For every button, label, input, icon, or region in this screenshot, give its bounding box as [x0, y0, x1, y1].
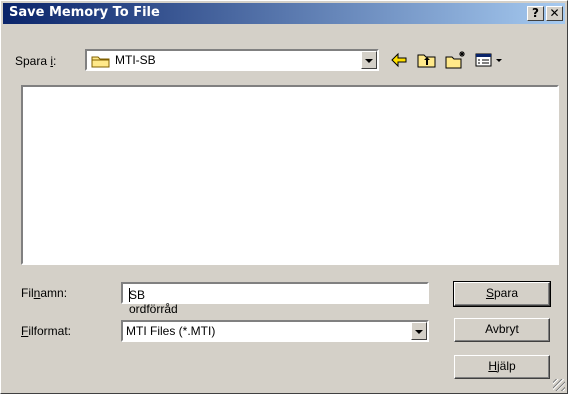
back-arrow-icon[interactable]	[387, 49, 411, 71]
filetype-combo[interactable]: MTI Files (*.MTI)	[121, 320, 429, 342]
folder-icon	[91, 56, 110, 68]
save-button[interactable]: Spara	[453, 281, 551, 307]
file-list[interactable]	[21, 85, 559, 265]
chevron-down-icon[interactable]	[411, 322, 427, 340]
close-button[interactable]: ✕	[546, 6, 563, 21]
dialog-title: Save Memory To File	[9, 5, 160, 20]
title-bar[interactable]: Save Memory To File ? ✕	[3, 3, 565, 24]
resize-grip[interactable]	[553, 379, 565, 391]
save-in-label: Spara i:	[15, 54, 57, 68]
help-button[interactable]: Hjälp	[454, 355, 550, 379]
save-in-value: MTI-SB	[115, 53, 156, 67]
new-folder-icon[interactable]	[443, 49, 467, 71]
chevron-down-icon[interactable]	[361, 51, 377, 69]
up-folder-icon[interactable]	[415, 49, 439, 71]
save-dialog: Save Memory To File ? ✕ Spara i: MTI-SB …	[0, 0, 568, 394]
filetype-value: MTI Files (*.MTI)	[126, 324, 216, 338]
view-menu-icon[interactable]	[473, 49, 507, 71]
cancel-button[interactable]: Avbryt	[454, 318, 550, 342]
filetype-label: Filformat:	[21, 324, 72, 338]
save-in-combo[interactable]: MTI-SB	[85, 49, 379, 71]
filename-input[interactable]: SB ordförråd	[121, 282, 429, 316]
filename-label: Filnamn:	[21, 286, 68, 300]
help-title-button[interactable]: ?	[527, 6, 544, 21]
